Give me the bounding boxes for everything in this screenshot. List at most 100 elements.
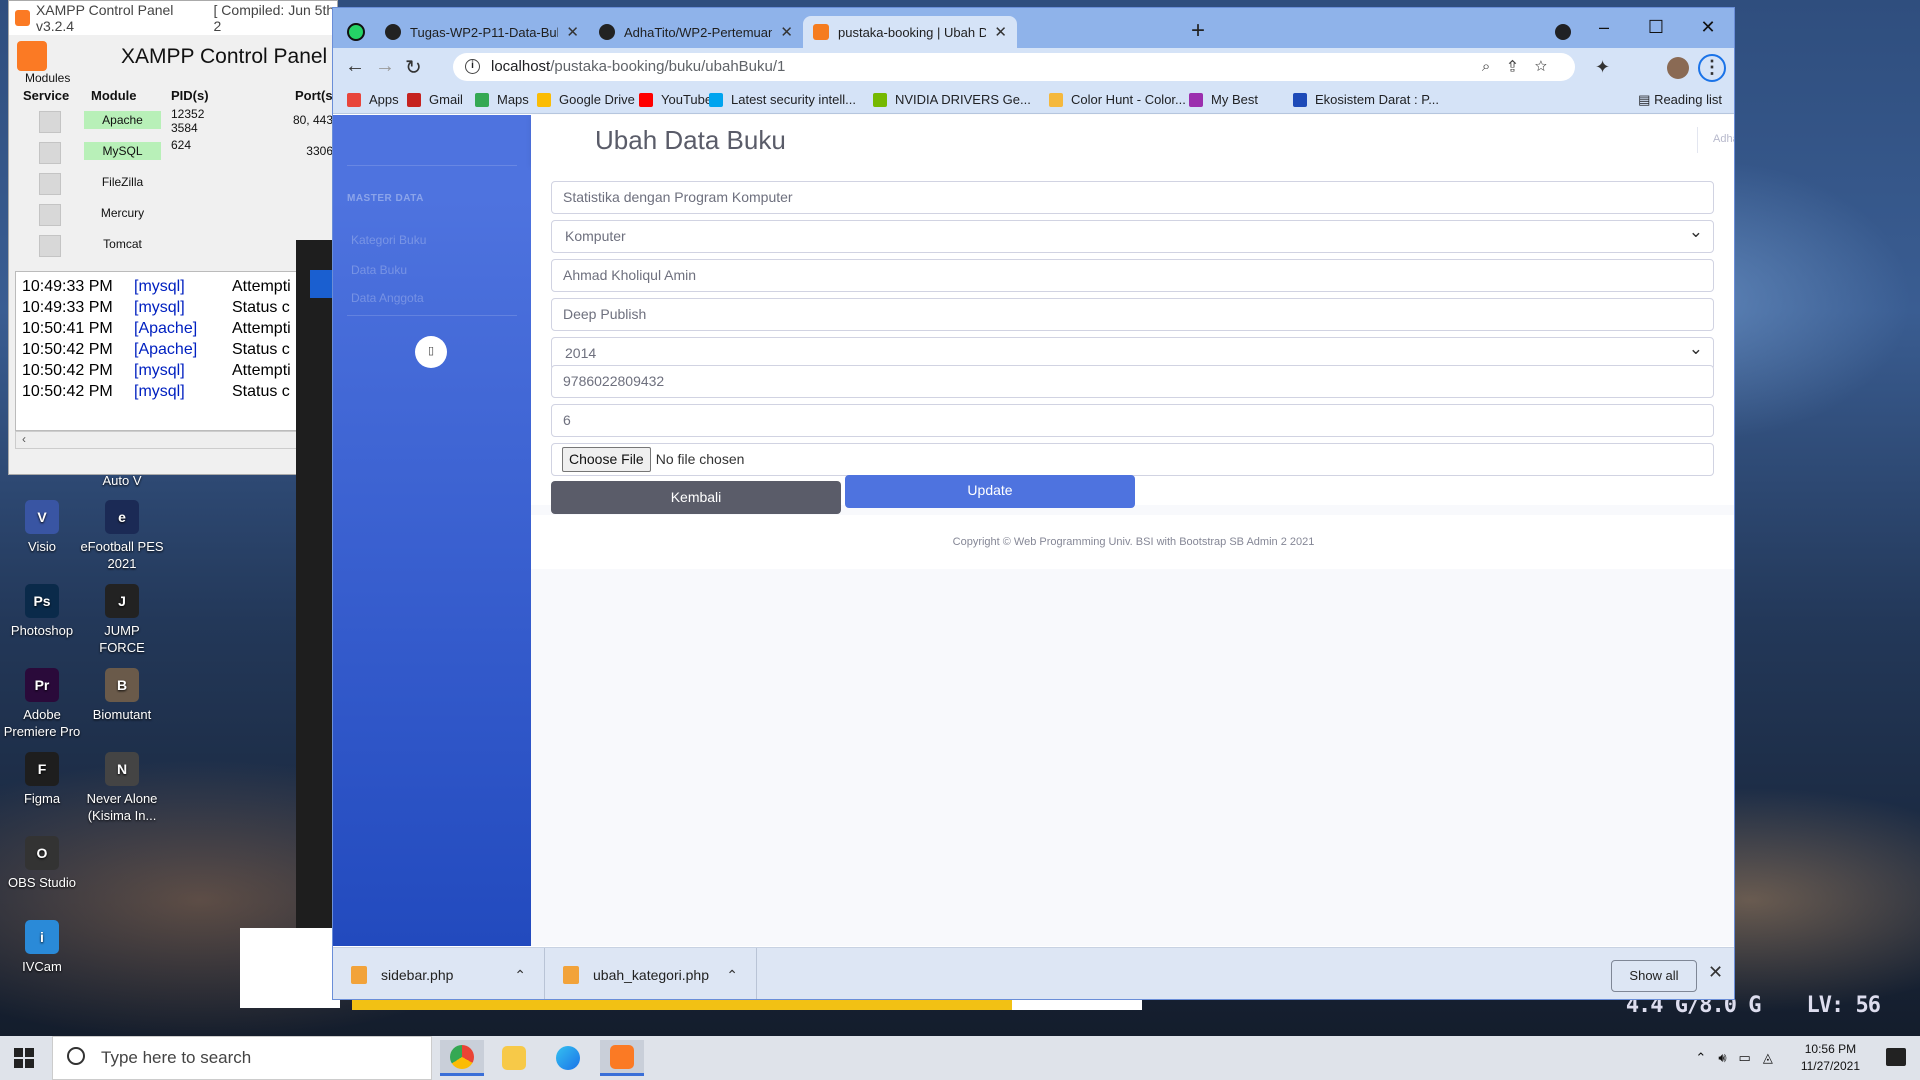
desktop-icon[interactable]: B Biomutant xyxy=(80,668,164,723)
bookmark-star-icon[interactable]: ☆ xyxy=(1535,58,1565,75)
app-icon: O xyxy=(25,836,59,870)
back-arrow-icon[interactable]: ← xyxy=(345,55,365,78)
browser-tab[interactable]: pustaka-booking | Ubah Data Buku ✕ xyxy=(803,16,1017,48)
image-file-input[interactable]: Choose File No file chosen xyxy=(551,443,1714,476)
sidebar-heading: MASTER DATA xyxy=(347,193,424,204)
new-tab-button[interactable]: + xyxy=(1191,19,1205,43)
bookmark-item[interactable]: NVIDIA DRIVERS Ge... xyxy=(873,92,1031,107)
close-tab-icon[interactable]: ✕ xyxy=(780,23,793,41)
volume-icon[interactable]: 🔊︎ xyxy=(1718,1050,1726,1066)
desktop-icon[interactable]: F Figma xyxy=(0,752,84,807)
site-info-icon[interactable]: i xyxy=(465,59,480,74)
minimize-button[interactable]: – xyxy=(1578,8,1630,48)
bookmark-item[interactable]: Color Hunt - Color... xyxy=(1049,92,1186,107)
desktop-icon[interactable]: V Visio xyxy=(0,500,84,555)
close-downloads-icon[interactable]: ✕ xyxy=(1708,962,1723,983)
isbn-input[interactable]: 9786022809432 xyxy=(551,365,1714,398)
chrome-window[interactable]: Tugas-WP2-P11-Data-Buku/Ubah✕AdhaTito/WP… xyxy=(332,7,1735,1000)
sidebar-item-data-buku[interactable]: Data Buku xyxy=(351,263,407,277)
forward-arrow-icon[interactable]: → xyxy=(375,55,395,78)
module-name: Apache xyxy=(84,111,161,129)
sidebar-item-anggota[interactable]: Data Anggota xyxy=(351,291,424,305)
system-tray: ⌃ 🔊︎ ▭ ◬ 10:56 PM 11/27/2021 xyxy=(1695,1036,1920,1080)
share-icon[interactable]: ⇪ xyxy=(1508,58,1534,75)
start-button[interactable] xyxy=(14,1048,34,1068)
choose-file-button[interactable]: Choose File xyxy=(562,447,651,472)
service-checkbox[interactable] xyxy=(39,111,61,133)
address-bar[interactable]: i localhost/pustaka-booking/buku/ubahBuk… xyxy=(453,53,1575,81)
bookmark-item[interactable]: Apps xyxy=(347,92,399,107)
extensions-puzzle-icon[interactable]: ✦ xyxy=(1595,57,1610,78)
php-file-icon xyxy=(351,966,367,984)
whatsapp-pinned-tab-icon[interactable] xyxy=(347,23,365,41)
taskbar-chrome-icon[interactable] xyxy=(440,1040,484,1076)
sidebar-item-kategori[interactable]: Kategori Buku xyxy=(351,233,426,247)
show-all-button[interactable]: Show all xyxy=(1611,960,1697,992)
browser-tab[interactable]: AdhaTito/WP2-Pertemuan-10 ✕ xyxy=(589,16,803,48)
desktop-icon-label: Figma xyxy=(23,791,61,806)
desktop-icon[interactable]: O OBS Studio xyxy=(0,836,84,891)
profile-avatar[interactable] xyxy=(1667,57,1689,79)
stok-input[interactable]: 6 xyxy=(551,404,1714,437)
bookmark-item[interactable]: YouTube xyxy=(639,92,712,107)
xampp-titlebar[interactable]: XAMPP Control Panel v3.2.4 [ Compiled: J… xyxy=(9,1,337,35)
service-checkbox[interactable] xyxy=(39,235,61,257)
log-line: 10:50:42 PM [Apache] Status c xyxy=(22,341,290,358)
close-tab-icon[interactable]: ✕ xyxy=(994,23,1007,41)
tray-chevron-icon[interactable]: ⌃ xyxy=(1695,1050,1706,1066)
desktop-icon[interactable]: Ps Photoshop xyxy=(0,584,84,639)
topbar: Ubah Data Buku Adha Mastito xyxy=(531,115,1734,165)
bookmark-item[interactable]: Ekosistem Darat : P... xyxy=(1293,92,1439,107)
chevron-up-icon[interactable]: ⌃ xyxy=(514,967,526,984)
onedrive-icon[interactable]: ◬ xyxy=(1763,1050,1773,1066)
pengarang-input[interactable]: Ahmad Kholiqul Amin xyxy=(551,259,1714,292)
desktop-icon[interactable]: J JUMP FORCE xyxy=(80,584,164,656)
close-window-button[interactable]: ✕ xyxy=(1682,8,1734,48)
bookmark-item[interactable]: Maps xyxy=(475,92,529,107)
desktop-icon[interactable]: N Never Alone (Kisima In... xyxy=(80,752,164,824)
kembali-button[interactable]: Kembali xyxy=(551,481,841,514)
background-explorer-window[interactable] xyxy=(296,240,336,928)
clock[interactable]: 10:56 PM 11/27/2021 xyxy=(1801,1041,1860,1075)
service-checkbox[interactable] xyxy=(39,142,61,164)
bookmark-item[interactable]: Google Drive xyxy=(537,92,635,107)
bookmark-item[interactable]: Latest security intell... xyxy=(709,92,856,107)
tab-search-icon[interactable] xyxy=(1555,24,1571,40)
close-tab-icon[interactable]: ✕ xyxy=(566,23,579,41)
reading-list-button[interactable]: ▤ Reading list xyxy=(1638,92,1722,108)
bookmark-favicon-icon xyxy=(873,92,887,107)
desktop-icon[interactable]: Pr Adobe Premiere Pro xyxy=(0,668,84,740)
bookmark-item[interactable]: My Best xyxy=(1189,92,1258,107)
service-checkbox[interactable] xyxy=(39,173,61,195)
update-button[interactable]: Update xyxy=(845,475,1135,508)
zoom-icon[interactable]: ⌕ xyxy=(1482,58,1508,75)
taskbar-search[interactable]: Type here to search xyxy=(52,1036,432,1080)
taskbar-file-explorer-icon[interactable] xyxy=(492,1040,536,1076)
maximize-button[interactable]: ☐ xyxy=(1630,8,1682,48)
taskbar: Type here to search ⌃ 🔊︎ ▭ ◬ 10:56 PM 11… xyxy=(0,1036,1920,1080)
user-name[interactable]: Adha Mastito xyxy=(1713,133,1734,145)
taskbar-edge-icon[interactable] xyxy=(546,1040,590,1076)
penerbit-input[interactable]: Deep Publish xyxy=(551,298,1714,331)
browser-tab[interactable]: Tugas-WP2-P11-Data-Buku/Ubah ✕ xyxy=(375,16,589,48)
sidebar-toggle-button[interactable]: ▯ xyxy=(415,336,447,368)
desktop-icon[interactable]: e eFootball PES 2021 xyxy=(80,500,164,572)
log-scrollbar[interactable]: ‹ xyxy=(15,431,337,449)
desktop-icon[interactable]: i IVCam xyxy=(0,920,84,975)
download-item[interactable]: ubah_kategori.php ⌃ xyxy=(545,948,757,999)
chrome-menu-icon[interactable]: ⋮ xyxy=(1698,54,1726,82)
network-icon[interactable]: ▭ xyxy=(1739,1050,1751,1066)
reload-icon[interactable]: ↻ xyxy=(405,55,422,80)
download-item[interactable]: sidebar.php ⌃ xyxy=(333,948,545,999)
xampp-control-panel-window[interactable]: XAMPP Control Panel v3.2.4 [ Compiled: J… xyxy=(8,0,338,475)
chevron-up-icon[interactable]: ⌃ xyxy=(726,967,738,984)
service-checkbox[interactable] xyxy=(39,204,61,226)
taskbar-xampp-icon[interactable] xyxy=(600,1040,644,1076)
app-icon: B xyxy=(105,668,139,702)
kategori-select[interactable]: Komputer xyxy=(551,216,1714,253)
bookmark-item[interactable]: Gmail xyxy=(407,92,463,107)
notification-icon[interactable] xyxy=(1886,1048,1906,1066)
judul-input[interactable]: Statistika dengan Program Komputer xyxy=(551,181,1714,214)
file-status: No file chosen xyxy=(655,451,745,467)
xampp-log[interactable]: 10:49:33 PM [mysql] Attempti 10:49:33 PM [my… xyxy=(15,271,337,431)
